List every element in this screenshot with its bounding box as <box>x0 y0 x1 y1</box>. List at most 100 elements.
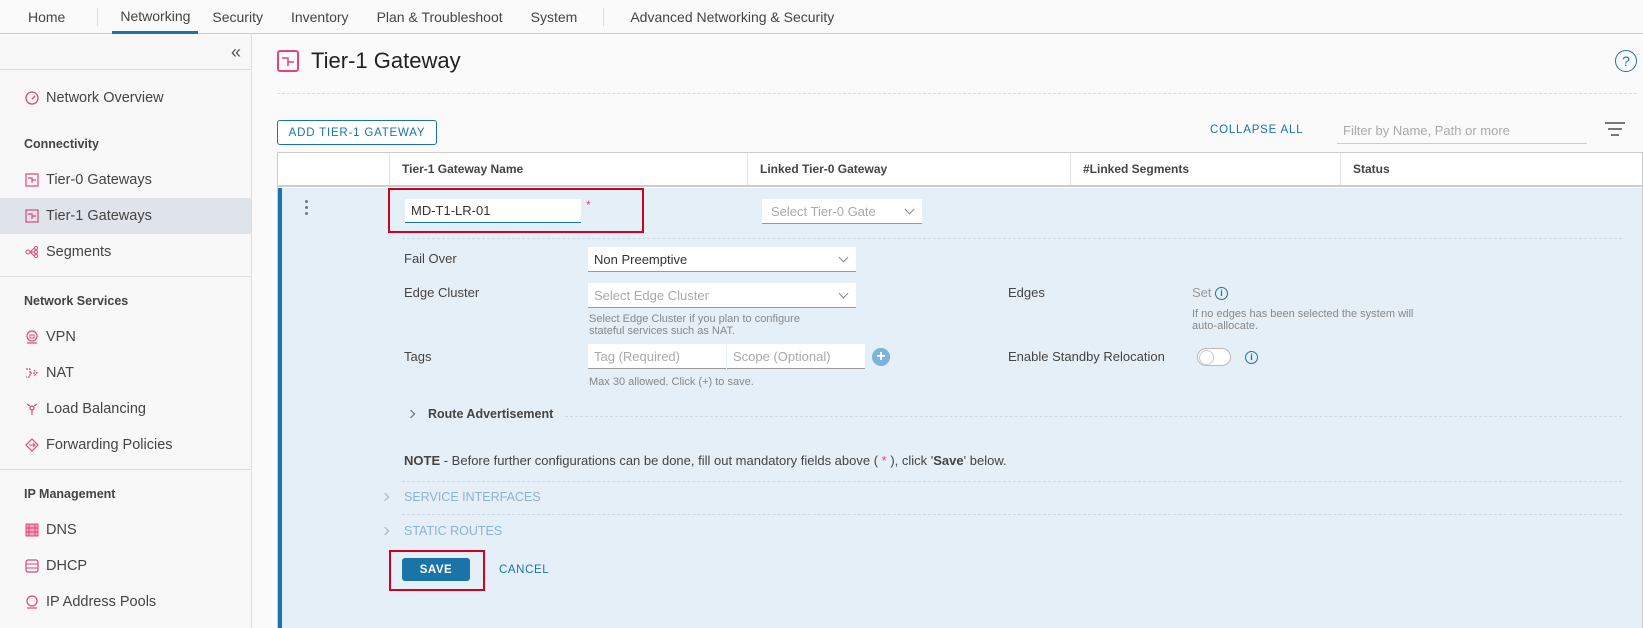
edges-hint: If no edges has been selected the system… <box>1192 308 1413 332</box>
filter-input[interactable] <box>1337 118 1587 144</box>
gateway-icon <box>24 172 40 188</box>
tab-system[interactable]: System <box>517 0 592 34</box>
sidebar-section-connectivity: Connectivity <box>24 137 100 151</box>
row-divider <box>565 416 1622 417</box>
sidebar: « Network Overview Connectivity Tier-0 G… <box>0 34 252 628</box>
note-text: ), click ' <box>886 453 934 468</box>
forwarding-icon <box>24 437 40 453</box>
linked-tier0-select[interactable]: Select Tier-0 Gate <box>762 199 922 224</box>
cancel-button[interactable]: CANCEL <box>499 564 549 576</box>
sidebar-item-label: Tier-1 Gateways <box>46 208 152 224</box>
sidebar-item-load-balancing[interactable]: Load Balancing <box>0 391 251 427</box>
nav-divider <box>97 7 99 26</box>
chevron-right-icon <box>406 409 416 419</box>
standby-relocation-label: Enable Standby Relocation <box>1008 349 1165 364</box>
note-text: - Before further configurations can be d… <box>440 453 882 468</box>
note-text: ' below. <box>963 453 1007 468</box>
row-divider <box>402 238 1622 239</box>
hint-line: stateful services such as NAT. <box>589 325 735 337</box>
gateway-grid: Tier-1 Gateway Name Linked Tier-0 Gatewa… <box>277 152 1643 628</box>
note-save: Save <box>933 453 964 468</box>
note-prefix: NOTE <box>404 453 441 468</box>
help-icon[interactable]: ? <box>1615 50 1637 72</box>
chevron-right-icon <box>380 492 390 502</box>
gateway-name-input[interactable] <box>405 199 581 223</box>
sidebar-section-network-services: Network Services <box>24 294 129 308</box>
edge-cluster-select[interactable]: Select Edge Cluster <box>588 283 856 308</box>
hint-line: If no edges has been selected the system… <box>1192 308 1414 320</box>
fail-over-label: Fail Over <box>404 251 457 266</box>
chevron-down-icon <box>904 204 915 215</box>
tab-plan-troubleshoot[interactable]: Plan & Troubleshoot <box>363 0 517 34</box>
info-icon[interactable]: i <box>1245 351 1258 364</box>
tag-input[interactable] <box>588 344 726 369</box>
edge-cluster-hint: Select Edge Cluster if you plan to confi… <box>589 313 800 337</box>
sidebar-item-segments[interactable]: Segments <box>0 234 251 270</box>
tags-hint: Max 30 allowed. Click (+) to save. <box>589 376 754 388</box>
sidebar-item-label: Load Balancing <box>46 401 146 417</box>
sidebar-item-label: DHCP <box>46 558 88 574</box>
fail-over-select[interactable]: Non Preemptive <box>588 247 856 272</box>
sidebar-item-ip-address-pools[interactable]: IP Address Pools <box>0 584 251 620</box>
sidebar-divider <box>0 469 251 470</box>
edge-cluster-label: Edge Cluster <box>404 285 480 300</box>
edges-label: Edges <box>1008 285 1045 300</box>
sidebar-item-dhcp[interactable]: DHCP <box>0 548 251 584</box>
sidebar-item-nat[interactable]: NAT <box>0 355 251 391</box>
sidebar-item-label: Tier-0 Gateways <box>46 172 152 188</box>
required-marker: * <box>586 198 591 212</box>
static-routes-expander[interactable]: STATIC ROUTES <box>380 524 502 538</box>
tab-advanced-networking-security[interactable]: Advanced Networking & Security <box>616 0 848 34</box>
column-name[interactable]: Tier-1 Gateway Name <box>389 153 747 185</box>
linked-tier0-placeholder: Select Tier-0 Gate <box>771 203 876 219</box>
save-button[interactable]: SAVE <box>402 558 470 581</box>
standby-relocation-toggle[interactable] <box>1197 348 1231 366</box>
row-actions-icon[interactable] <box>305 200 308 218</box>
service-interfaces-expander[interactable]: SERVICE INTERFACES <box>380 490 541 504</box>
filter-icon[interactable] <box>1605 122 1625 140</box>
fail-over-value: Non Preemptive <box>594 251 688 267</box>
info-icon[interactable]: i <box>1215 287 1228 300</box>
mandatory-note: NOTE - Before further configurations can… <box>404 453 1007 468</box>
service-interfaces-label: SERVICE INTERFACES <box>404 490 541 504</box>
sidebar-item-label: NAT <box>46 365 74 381</box>
row-divider <box>402 481 1622 482</box>
hint-line: Select Edge Cluster if you plan to confi… <box>589 313 800 325</box>
route-advertisement-label: Route Advertisement <box>428 407 554 421</box>
tags-label: Tags <box>404 349 432 364</box>
sidebar-divider <box>0 276 251 277</box>
add-tag-icon[interactable]: + <box>872 348 890 366</box>
sidebar-item-label: Segments <box>46 244 112 260</box>
sidebar-header: « <box>0 34 251 70</box>
main-content: Tier-1 Gateway ? ADD TIER-1 GATEWAY COLL… <box>253 34 1643 628</box>
scope-input[interactable] <box>727 344 865 369</box>
collapse-all-button[interactable]: COLLAPSE ALL <box>1210 124 1303 136</box>
nat-icon <box>24 365 40 381</box>
add-tier1-gateway-button[interactable]: ADD TIER-1 GATEWAY <box>277 120 437 145</box>
top-navigation: Home Networking Security Inventory Plan … <box>0 0 1643 34</box>
sidebar-item-tier0-gateways[interactable]: Tier-0 Gateways <box>0 162 251 198</box>
route-advertisement-expander[interactable]: Route Advertisement <box>406 407 554 421</box>
tab-home[interactable]: Home <box>0 0 97 34</box>
column-status[interactable]: Status <box>1340 153 1642 185</box>
dns-icon <box>24 522 40 538</box>
gateway-icon <box>24 208 40 224</box>
collapse-sidebar-icon[interactable]: « <box>231 42 241 63</box>
sidebar-item-label: Network Overview <box>46 90 164 106</box>
segments-icon <box>24 244 40 260</box>
sidebar-item-vpn[interactable]: VPN <box>0 319 251 355</box>
gateway-row-edit: * Select Tier-0 Gate Fail Over Non Preem… <box>278 188 1642 628</box>
header-divider <box>277 93 1637 94</box>
edges-set-link[interactable]: Set <box>1192 285 1212 300</box>
tab-inventory[interactable]: Inventory <box>277 0 363 34</box>
sidebar-section-ip-management: IP Management <box>24 487 116 501</box>
tab-networking[interactable]: Networking <box>112 0 199 34</box>
column-linked-tier0[interactable]: Linked Tier-0 Gateway <box>747 153 1070 185</box>
column-linked-segments[interactable]: #Linked Segments <box>1070 153 1340 185</box>
sidebar-item-forwarding-policies[interactable]: Forwarding Policies <box>0 427 251 463</box>
sidebar-item-dns[interactable]: DNS <box>0 512 251 548</box>
sidebar-item-network-overview[interactable]: Network Overview <box>0 80 251 116</box>
tab-security[interactable]: Security <box>198 0 277 34</box>
grid-header: Tier-1 Gateway Name Linked Tier-0 Gatewa… <box>278 153 1642 187</box>
sidebar-item-tier1-gateways[interactable]: Tier-1 Gateways <box>0 198 251 234</box>
